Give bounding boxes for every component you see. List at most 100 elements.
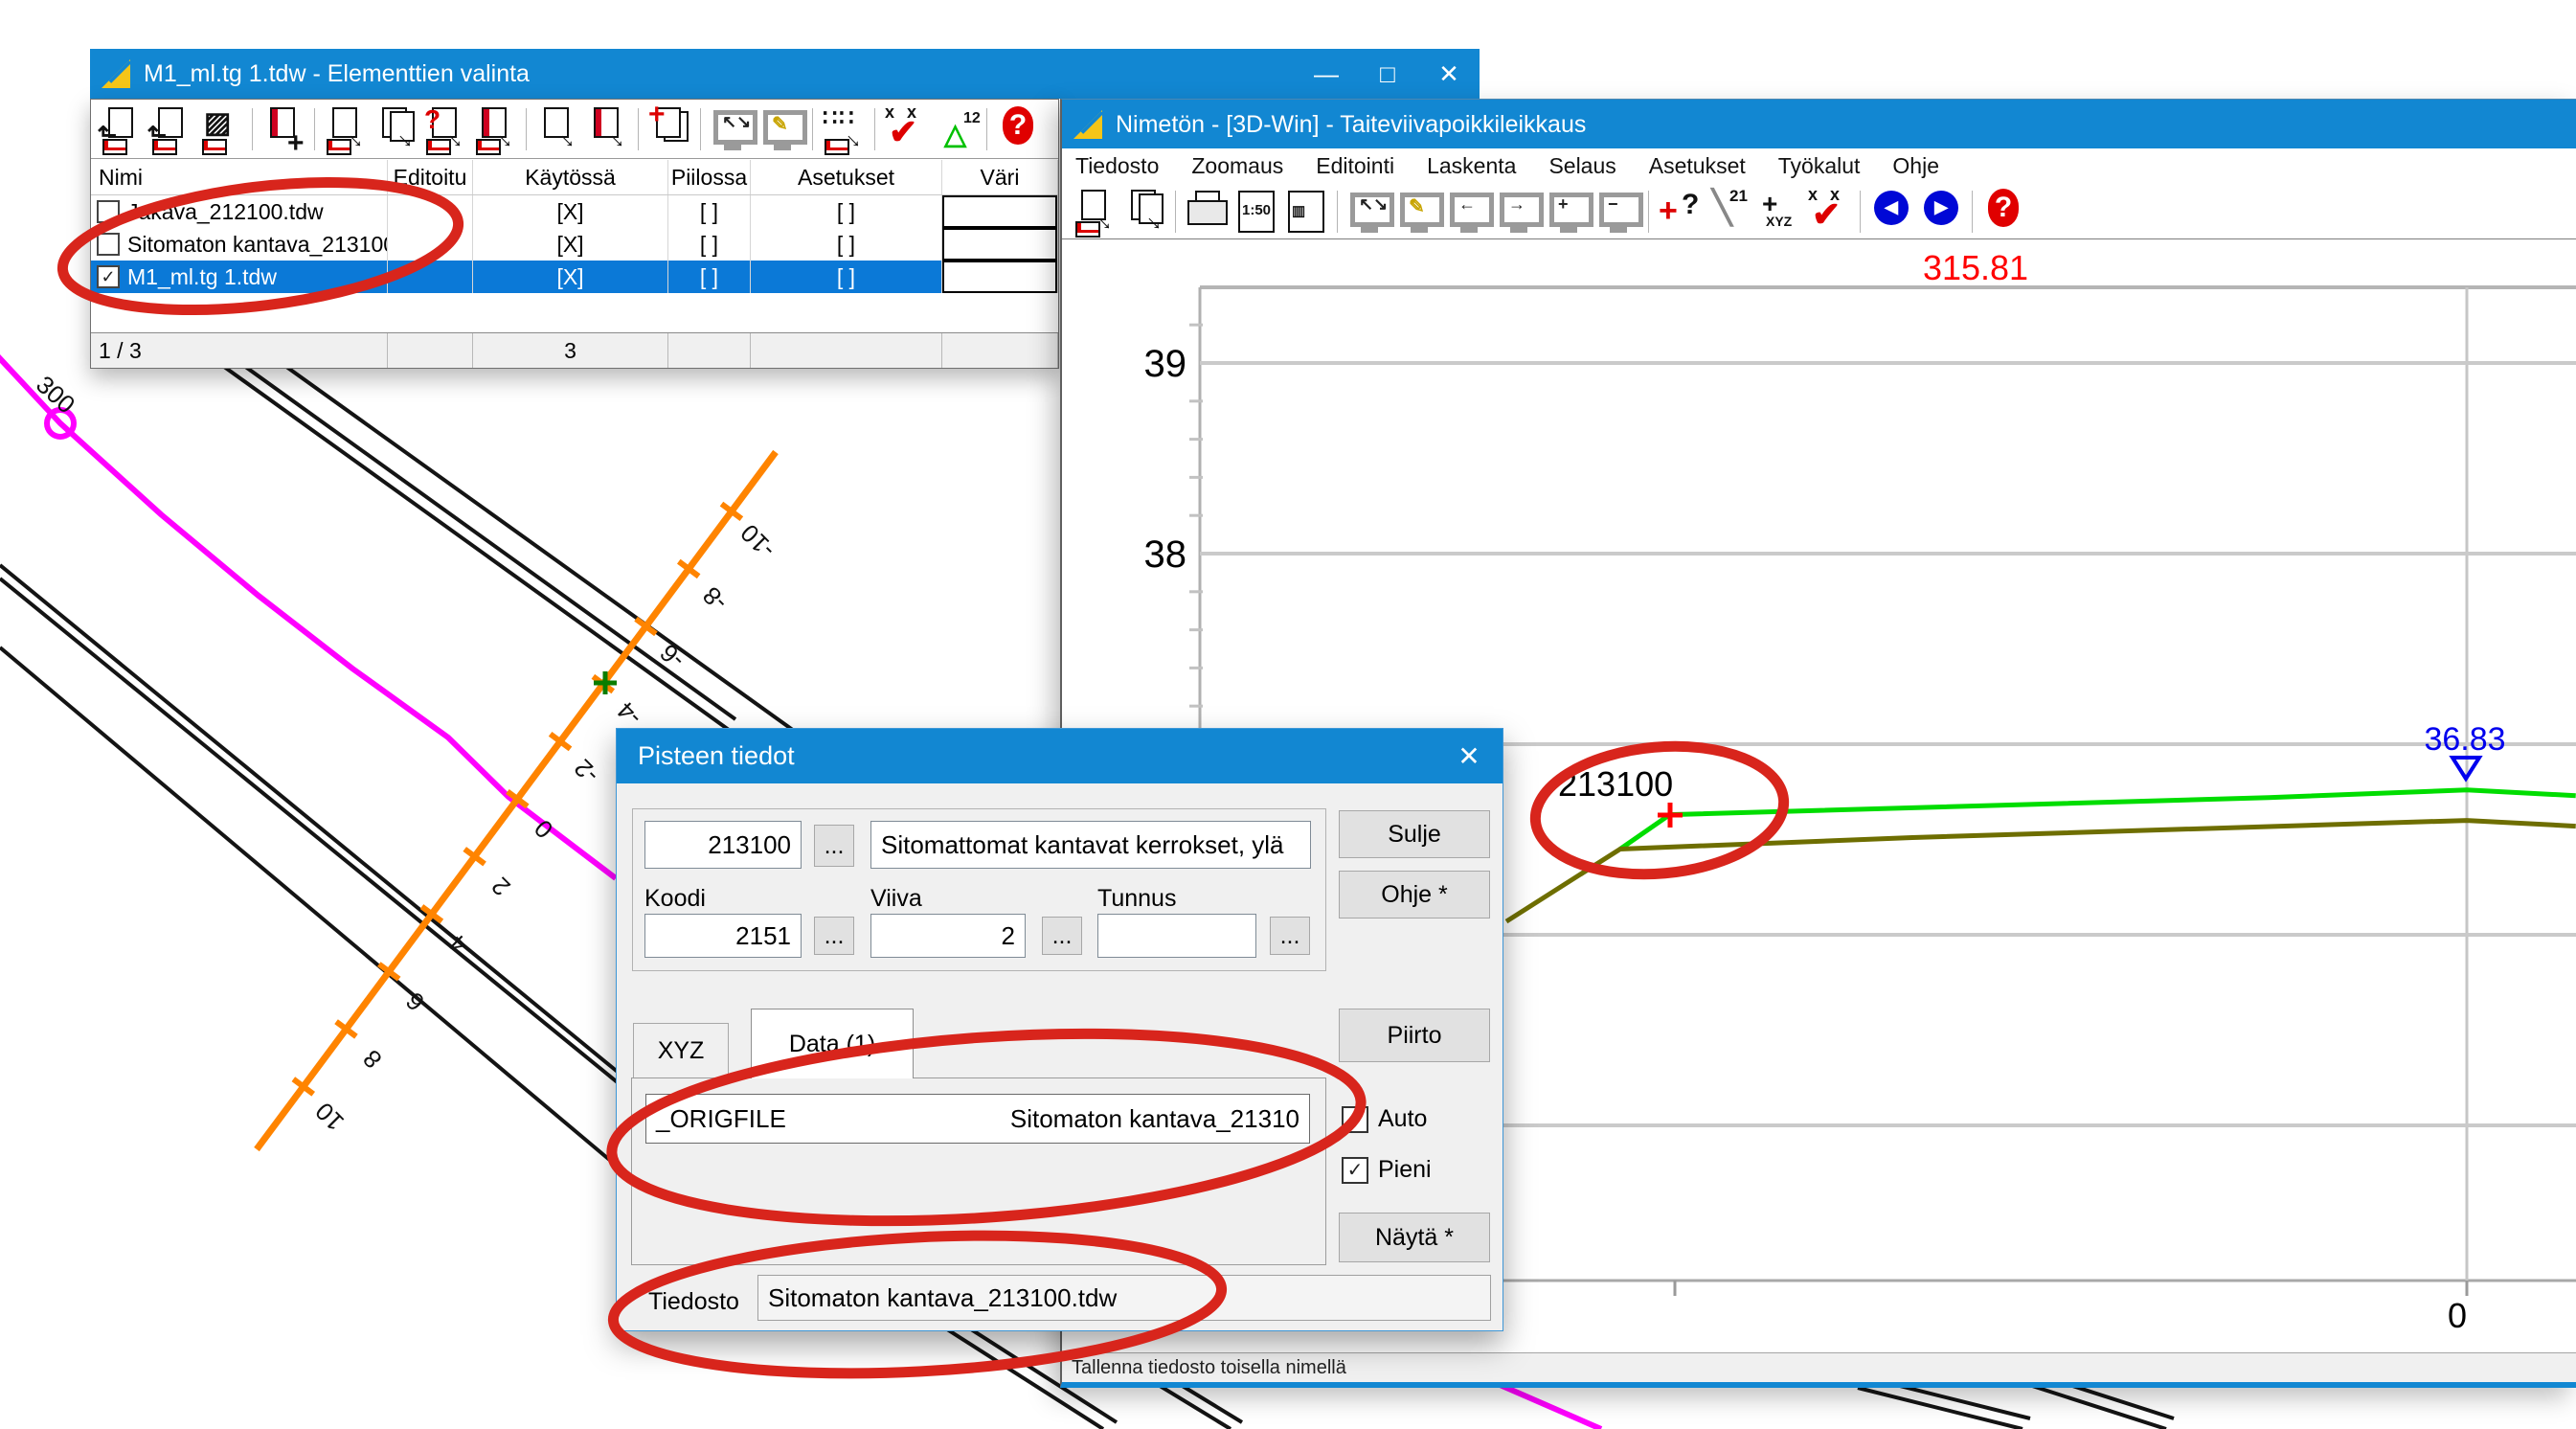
cad-axis-tick-label: -10 [734, 518, 780, 564]
koodi-field[interactable]: 2151 [644, 914, 802, 958]
row-name-cell: Jakava_212100.tdw [91, 195, 388, 228]
cad-station-label: 300 [31, 370, 80, 419]
point-number-browse-button[interactable]: ... [814, 825, 854, 867]
pieni-checkbox[interactable]: Pieni [1342, 1156, 1432, 1184]
row-name-cell: Sitomaton kantava_213100.t... [91, 228, 388, 261]
column-header-käytössä[interactable]: Käytössä [473, 160, 668, 194]
color-swatch[interactable] [942, 261, 1057, 293]
nayta-button[interactable]: Näytä * [1339, 1213, 1490, 1262]
next-element-icon[interactable]: ▶ [1918, 187, 1964, 237]
row-cell: [X] [473, 261, 668, 293]
xyz-calc-icon[interactable]: +XYZ [1756, 187, 1802, 237]
minimize-button[interactable]: — [1296, 49, 1357, 99]
zoom-in-icon[interactable]: + [1545, 187, 1591, 237]
menu-laskenta[interactable]: Laskenta [1427, 153, 1516, 179]
column-header-asetukset[interactable]: Asetukset [751, 160, 942, 194]
row-checkbox[interactable] [97, 200, 120, 223]
open-add-element-icon[interactable]: ↱ [148, 104, 194, 154]
new-element-icon[interactable]: + [260, 104, 306, 154]
scale-1-50-icon[interactable]: 1:50 [1233, 187, 1279, 237]
auto-checkbox[interactable]: Auto [1342, 1105, 1427, 1133]
fit-screen-icon[interactable]: ↖↘ [1345, 187, 1391, 237]
check-coordinates-icon[interactable]: x x✔ [883, 104, 929, 154]
page-setup-icon[interactable]: ▥ [1283, 187, 1329, 237]
code-21-icon[interactable]: ╲21 [1706, 187, 1752, 237]
tunnus-field[interactable] [1097, 914, 1256, 958]
toolbar-separator [252, 108, 253, 150]
maximize-button[interactable]: □ [1357, 49, 1418, 99]
save-query-icon[interactable]: ?→ [422, 104, 468, 154]
point-number-field[interactable]: 213100 [644, 821, 802, 869]
column-header-piilossa[interactable]: Piilossa [668, 160, 751, 194]
table-row[interactable]: Sitomaton kantava_213100.t...[X][ ][ ] [91, 228, 1058, 261]
open-hatch-element-icon[interactable]: ▨ [198, 104, 244, 154]
color-swatch[interactable] [942, 195, 1057, 228]
row-checkbox[interactable] [97, 233, 120, 256]
sulje-button[interactable]: Sulje [1339, 810, 1490, 858]
export-element-icon[interactable]: → [534, 104, 580, 154]
prev-element-icon[interactable]: ◀ [1868, 187, 1914, 237]
table-row[interactable]: M1_ml.tg 1.tdw[X][ ][ ] [91, 261, 1058, 293]
element-selection-titlebar[interactable]: M1_ml.tg 1.tdw - Elementtien valinta —□✕ [90, 49, 1480, 99]
viiva-browse-button[interactable]: ... [1042, 917, 1082, 955]
pieni-checkbox-box[interactable] [1342, 1157, 1368, 1184]
koodi-browse-button[interactable]: ... [814, 917, 854, 955]
save-element-icon[interactable]: → [323, 104, 369, 154]
toolbar-separator [874, 108, 875, 150]
color-swatch[interactable] [942, 228, 1057, 261]
next-view-icon[interactable]: → [1495, 187, 1541, 237]
point-batch-icon[interactable]: ∷∷→ [821, 104, 867, 154]
help-icon[interactable]: ? [1980, 187, 2026, 237]
column-header-editoitu[interactable]: Editoitu [388, 160, 473, 194]
ohje-button[interactable]: Ohje * [1339, 871, 1490, 919]
table-row[interactable]: Jakava_212100.tdw[X][ ][ ] [91, 195, 1058, 228]
toolbar-separator [1860, 191, 1861, 233]
add-file-icon[interactable]: + [646, 104, 692, 154]
open-into-element-icon[interactable]: ↱ [99, 104, 145, 154]
menu-editointi[interactable]: Editointi [1316, 153, 1394, 179]
menu-työkalut[interactable]: Työkalut [1778, 153, 1861, 179]
dialog-title: Pisteen tiedot [638, 741, 795, 771]
export-active-icon[interactable]: → [584, 104, 630, 154]
menu-zoomaus[interactable]: Zoomaus [1191, 153, 1283, 179]
tunnus-browse-button[interactable]: ... [1270, 917, 1310, 955]
help-icon[interactable]: ? [995, 104, 1041, 154]
print-icon[interactable] [1184, 187, 1230, 237]
fit-screen-icon[interactable]: ↖↘ [709, 104, 755, 154]
point-description-field[interactable]: Sitomattomat kantavat kerrokset, ylä [870, 821, 1311, 869]
tiedosto-field[interactable]: Sitomaton kantava_213100.tdw [757, 1275, 1491, 1321]
save-as-element-icon[interactable]: → [373, 104, 418, 154]
tab-data[interactable]: Data (1) [751, 1009, 914, 1078]
cad-axis-tick-label: 8 [357, 1044, 387, 1074]
save-active-icon[interactable]: → [472, 104, 518, 154]
close-button[interactable]: ✕ [1418, 49, 1480, 99]
row-cell: [ ] [668, 195, 751, 228]
cad-breakline [0, 565, 619, 1073]
auto-checkbox-box[interactable] [1342, 1106, 1368, 1133]
export-file-icon[interactable]: → [1072, 187, 1118, 237]
close-icon[interactable]: ✕ [1435, 740, 1503, 772]
tab-xyz[interactable]: XYZ [633, 1023, 729, 1078]
mean-error-12-icon[interactable]: △12 [933, 104, 979, 154]
menu-ohje[interactable]: Ohje [1892, 153, 1939, 179]
check-coordinates-icon[interactable]: x x✔ [1806, 187, 1852, 237]
column-header-nimi[interactable]: Nimi [91, 160, 388, 194]
redraw-icon[interactable]: ✎ [758, 104, 804, 154]
redraw-icon[interactable]: ✎ [1395, 187, 1441, 237]
point-info-titlebar[interactable]: Pisteen tiedot ✕ [617, 729, 1503, 783]
element-selection-toolbar: ↱↱▨+→→?→→→→+↖↘✎∷∷→x x✔△12? [91, 100, 1058, 159]
zoom-out-icon[interactable]: − [1594, 187, 1640, 237]
koodi-label: Koodi [644, 885, 706, 913]
menu-selaus[interactable]: Selaus [1548, 153, 1616, 179]
export-file-as-icon[interactable]: → [1121, 187, 1167, 237]
column-header-väri[interactable]: Väri [942, 160, 1058, 194]
piirto-button[interactable]: Piirto [1339, 1009, 1490, 1062]
menu-tiedosto[interactable]: Tiedosto [1075, 153, 1159, 179]
cross-section-titlebar[interactable]: Nimetön - [3D-Win] - Taiteviivapoikkilei… [1062, 100, 2576, 149]
viiva-field[interactable]: 2 [870, 914, 1026, 958]
menu-asetukset[interactable]: Asetukset [1649, 153, 1746, 179]
origfile-row[interactable]: _ORIGFILE Sitomaton kantava_21310 [645, 1094, 1310, 1144]
query-point-icon[interactable]: +? [1657, 187, 1703, 237]
row-checkbox[interactable] [97, 265, 120, 288]
previous-view-icon[interactable]: ← [1445, 187, 1491, 237]
